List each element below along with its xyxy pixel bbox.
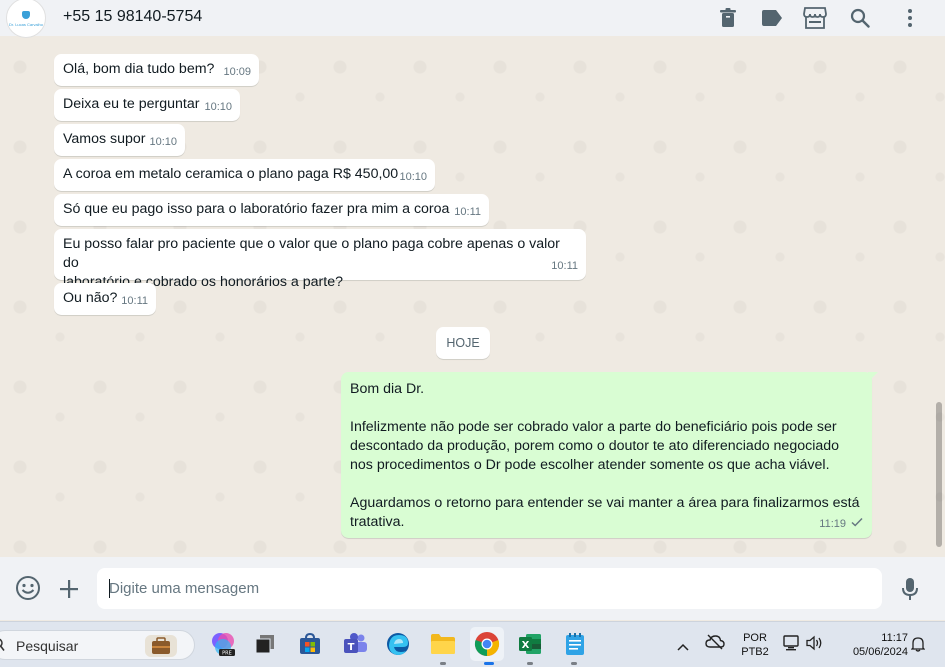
message-time: 10:10 [149,136,177,148]
microphone-icon[interactable] [896,575,924,603]
store-icon[interactable] [803,6,827,30]
message-text: Só que eu pago isso para o laboratório f… [63,201,450,217]
chat-scrollbar[interactable] [936,402,942,547]
message-time: 10:11 [121,295,148,307]
chevron-up-icon[interactable] [677,638,689,656]
incoming-message[interactable]: Olá, bom dia tudo bem? 10:09 [54,54,259,86]
message-text-line: Aguardamos o retorno para entender se va… [350,495,860,511]
suitcase-icon [145,635,177,657]
message-text: A coroa em metalo ceramica o plano paga … [63,166,399,182]
incoming-message[interactable]: A coroa em metalo ceramica o plano paga … [54,159,435,191]
chat-area[interactable]: Olá, bom dia tudo bem? 10:09 Deixa eu te… [0,47,945,555]
message-text-line: descontado da produção, porem como o dou… [350,438,840,454]
incoming-message[interactable]: Eu posso falar pro paciente que o valor … [54,229,586,290]
message-time: 10:10 [204,101,232,113]
taskbar-search-label: Pesquisar [16,638,79,654]
avatar-logo-text: Dr. Lucas Carvalho [8,22,43,27]
plus-icon[interactable] [55,575,83,603]
delete-icon[interactable] [716,6,740,30]
message-time: 10:11 [454,206,481,218]
svg-text:X: X [522,640,530,651]
message-text: Deixa eu te perguntar [63,96,200,112]
message-text: Ou não? [63,290,118,306]
day-separator: HOJE [436,327,490,359]
message-text-line: Infelizmente não pode ser cobrado valor … [350,419,837,435]
search-icon[interactable] [848,6,872,30]
contact-name[interactable]: +55 15 98140-5754 [63,8,202,26]
message-text-line: tratativa. [350,514,405,530]
emoji-icon[interactable] [14,574,42,602]
task-view-icon[interactable] [251,630,279,658]
running-indicator [571,662,577,665]
running-indicator [527,662,533,665]
input-language-code: POR [743,632,767,644]
clock-time: 11:17 [881,632,908,644]
message-time: 10:10 [399,171,427,183]
notepad-icon[interactable] [561,630,589,658]
tooth-logo-icon [22,11,30,19]
message-text: Olá, bom dia tudo bem? [63,61,215,77]
incoming-message[interactable]: Só que eu pago isso para o laboratório f… [54,194,489,226]
message-text: Vamos supor [63,131,146,147]
chat-header: Dr. Lucas Carvalho +55 15 98140-5754 [0,0,945,38]
message-composer [0,557,945,620]
network-icon[interactable] [783,635,801,656]
message-input[interactable] [97,568,882,609]
excel-icon[interactable]: X [516,630,544,658]
file-explorer-icon[interactable] [429,630,457,658]
edge-icon[interactable] [384,630,412,658]
notification-bell-icon[interactable] [910,636,926,657]
message-time: 10:11 [551,260,578,272]
message-text-line: nos procedimentos o Dr pode escolher ate… [350,457,830,473]
keyboard-layout: PTB2 [741,646,769,658]
incoming-message[interactable]: Vamos supor 10:10 [54,124,185,156]
volume-icon[interactable] [806,635,824,656]
copilot-icon[interactable]: PRE [209,630,237,658]
bubble-tail [868,372,878,382]
teams-icon[interactable]: T [341,630,369,658]
windows-taskbar: Pesquisar PRE T X POR PTB2 11:17 05/06/2… [0,621,945,667]
message-time: 10:09 [223,66,251,78]
cloud-offline-icon[interactable] [705,634,725,655]
contact-avatar[interactable]: Dr. Lucas Carvalho [6,0,46,38]
menu-icon[interactable] [898,6,922,30]
running-indicator [440,662,446,665]
message-text-line: Bom dia Dr. [350,381,425,397]
message-time: 11:19 [819,518,846,530]
label-icon[interactable] [760,6,784,30]
outgoing-message[interactable]: Bom dia Dr. Infelizmente não pode ser co… [341,372,872,538]
chrome-icon[interactable] [470,627,504,661]
taskbar-search[interactable]: Pesquisar [0,630,195,660]
store-app-icon[interactable] [296,630,324,658]
incoming-message[interactable]: Ou não? 10:11 [54,283,156,315]
svg-text:PRE: PRE [222,651,232,657]
incoming-message[interactable]: Deixa eu te perguntar 10:10 [54,89,240,121]
message-text-line: Eu posso falar pro paciente que o valor … [63,236,560,271]
input-language[interactable]: POR PTB2 [738,631,772,659]
search-icon [0,638,5,657]
single-check-icon [851,514,863,533]
text-caret [109,579,110,598]
clock-date: 05/06/2024 [852,646,908,658]
taskbar-clock[interactable]: 11:17 05/06/2024 [836,631,908,659]
svg-text:T: T [348,642,355,653]
active-indicator [484,662,494,665]
